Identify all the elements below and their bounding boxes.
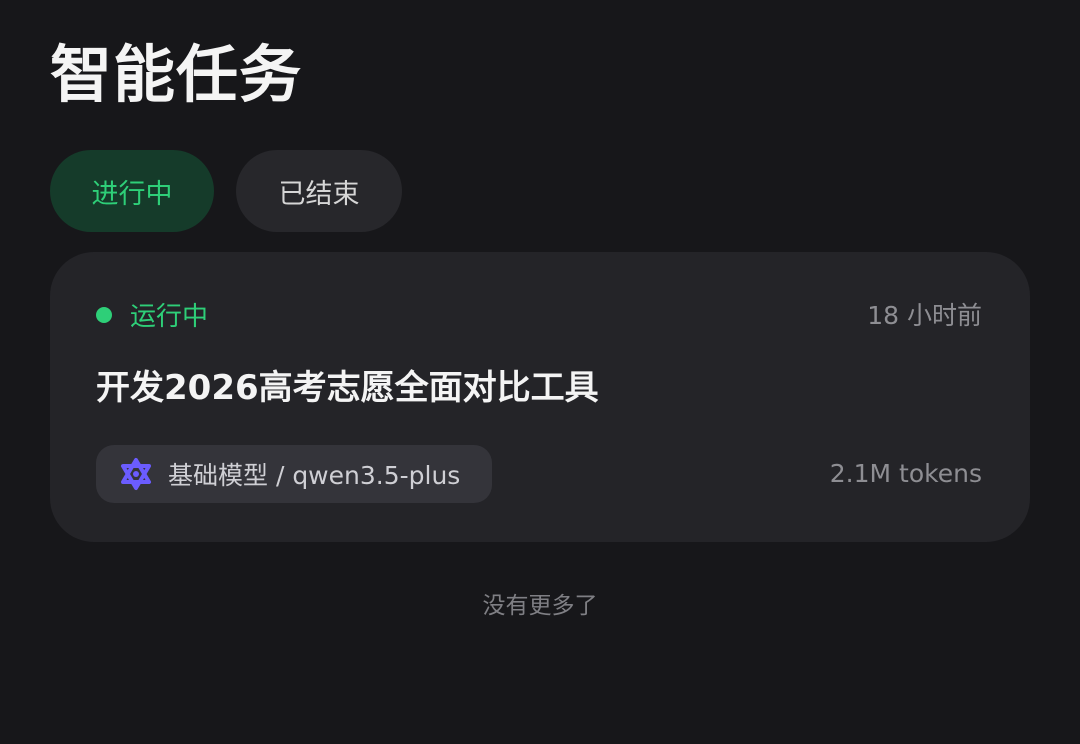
- list-end-message: 没有更多了: [482, 593, 598, 619]
- tab-in-progress[interactable]: 进行中: [50, 150, 214, 232]
- qwen-logo-icon: [118, 456, 154, 492]
- task-card[interactable]: 运行中 18 小时前 开发2026高考志愿全面对比工具 基础模型 / qwen3…: [50, 252, 1030, 542]
- model-label: 基础模型 / qwen3.5-plus: [168, 461, 461, 490]
- task-status: 运行中: [96, 296, 208, 333]
- page-title: 智能任务: [50, 38, 303, 111]
- task-title: 开发2026高考志愿全面对比工具: [96, 368, 599, 408]
- tab-finished[interactable]: 已结束: [236, 150, 402, 232]
- model-badge: 基础模型 / qwen3.5-plus: [96, 445, 492, 503]
- token-count: 2.1M tokens: [829, 459, 982, 488]
- task-tabs: 进行中 已结束: [50, 150, 402, 232]
- status-label: 运行中: [130, 302, 209, 332]
- status-dot-icon: [96, 306, 112, 323]
- task-timestamp: 18 小时前: [867, 301, 982, 330]
